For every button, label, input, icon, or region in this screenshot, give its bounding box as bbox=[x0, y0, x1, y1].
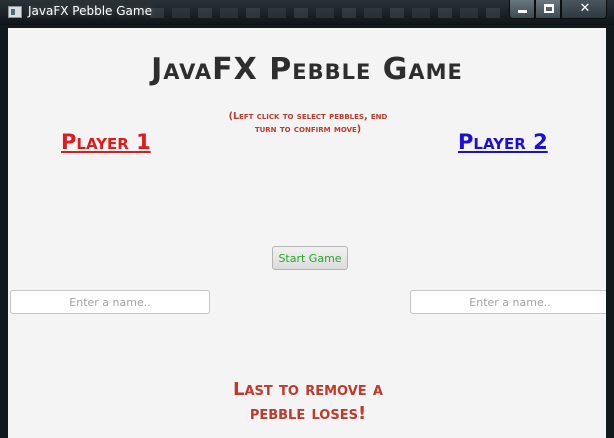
instructions-line-2: turn to confirm move) bbox=[254, 124, 362, 135]
close-button[interactable]: ✕ bbox=[561, 0, 607, 19]
minimize-icon bbox=[518, 10, 527, 13]
game-content-area: JavaFX Pebble Game (Left click to select… bbox=[8, 28, 606, 438]
game-title: JavaFX Pebble Game bbox=[151, 52, 463, 87]
rule-message-line-1: Last to remove a bbox=[232, 379, 383, 400]
player-1-name-input[interactable] bbox=[10, 290, 210, 314]
app-window-icon[interactable] bbox=[8, 6, 22, 18]
instructions-line-1: (Left click to select pebbles, end bbox=[228, 111, 388, 122]
player-2-name-input[interactable] bbox=[410, 290, 606, 314]
maximize-icon bbox=[544, 4, 554, 13]
rule-message-line-2: pebble loses! bbox=[249, 403, 367, 424]
window-title: JavaFX Pebble Game bbox=[28, 4, 152, 18]
application-window: JavaFX Pebble Game ✕ JavaFX Pebble Game … bbox=[0, 0, 614, 438]
minimize-button[interactable] bbox=[509, 0, 535, 19]
maximize-button[interactable] bbox=[535, 0, 561, 19]
start-game-button[interactable]: Start Game bbox=[272, 246, 348, 270]
title-bar-background bbox=[150, 8, 500, 18]
close-icon: ✕ bbox=[579, 1, 591, 16]
player-1-label: Player 1 bbox=[61, 130, 151, 154]
instructions-text: (Left click to select pebbles, end turn … bbox=[202, 110, 414, 136]
player-2-label: Player 2 bbox=[458, 130, 548, 154]
rule-message: Last to remove a pebble loses! bbox=[158, 378, 458, 426]
title-bar[interactable]: JavaFX Pebble Game ✕ bbox=[0, 0, 614, 25]
